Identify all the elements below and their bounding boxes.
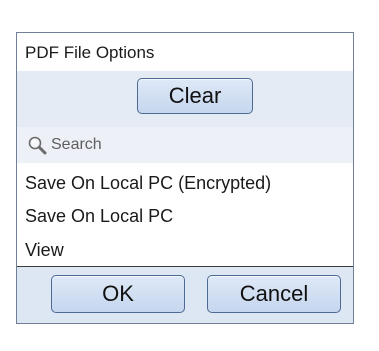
pdf-file-options-dialog: PDF File Options Clear Save On Local PC … (16, 32, 354, 324)
clear-section: Clear (17, 71, 353, 127)
list-item-save-local-encrypted[interactable]: Save On Local PC (Encrypted) (25, 173, 271, 194)
list-item-save-local[interactable]: Save On Local PC (25, 206, 173, 227)
magnifier-icon (27, 135, 47, 155)
cancel-button[interactable]: Cancel (207, 275, 341, 313)
dialog-title: PDF File Options (25, 43, 155, 62)
dialog-footer: OK Cancel (17, 267, 353, 323)
search-input[interactable] (51, 133, 341, 157)
list-item-view[interactable]: View (25, 240, 64, 261)
search-bar (17, 127, 353, 163)
options-list: Save On Local PC (Encrypted) Save On Loc… (17, 163, 353, 267)
ok-button[interactable]: OK (51, 275, 185, 313)
dialog-title-bar: PDF File Options (17, 33, 353, 71)
clear-button[interactable]: Clear (137, 78, 253, 114)
